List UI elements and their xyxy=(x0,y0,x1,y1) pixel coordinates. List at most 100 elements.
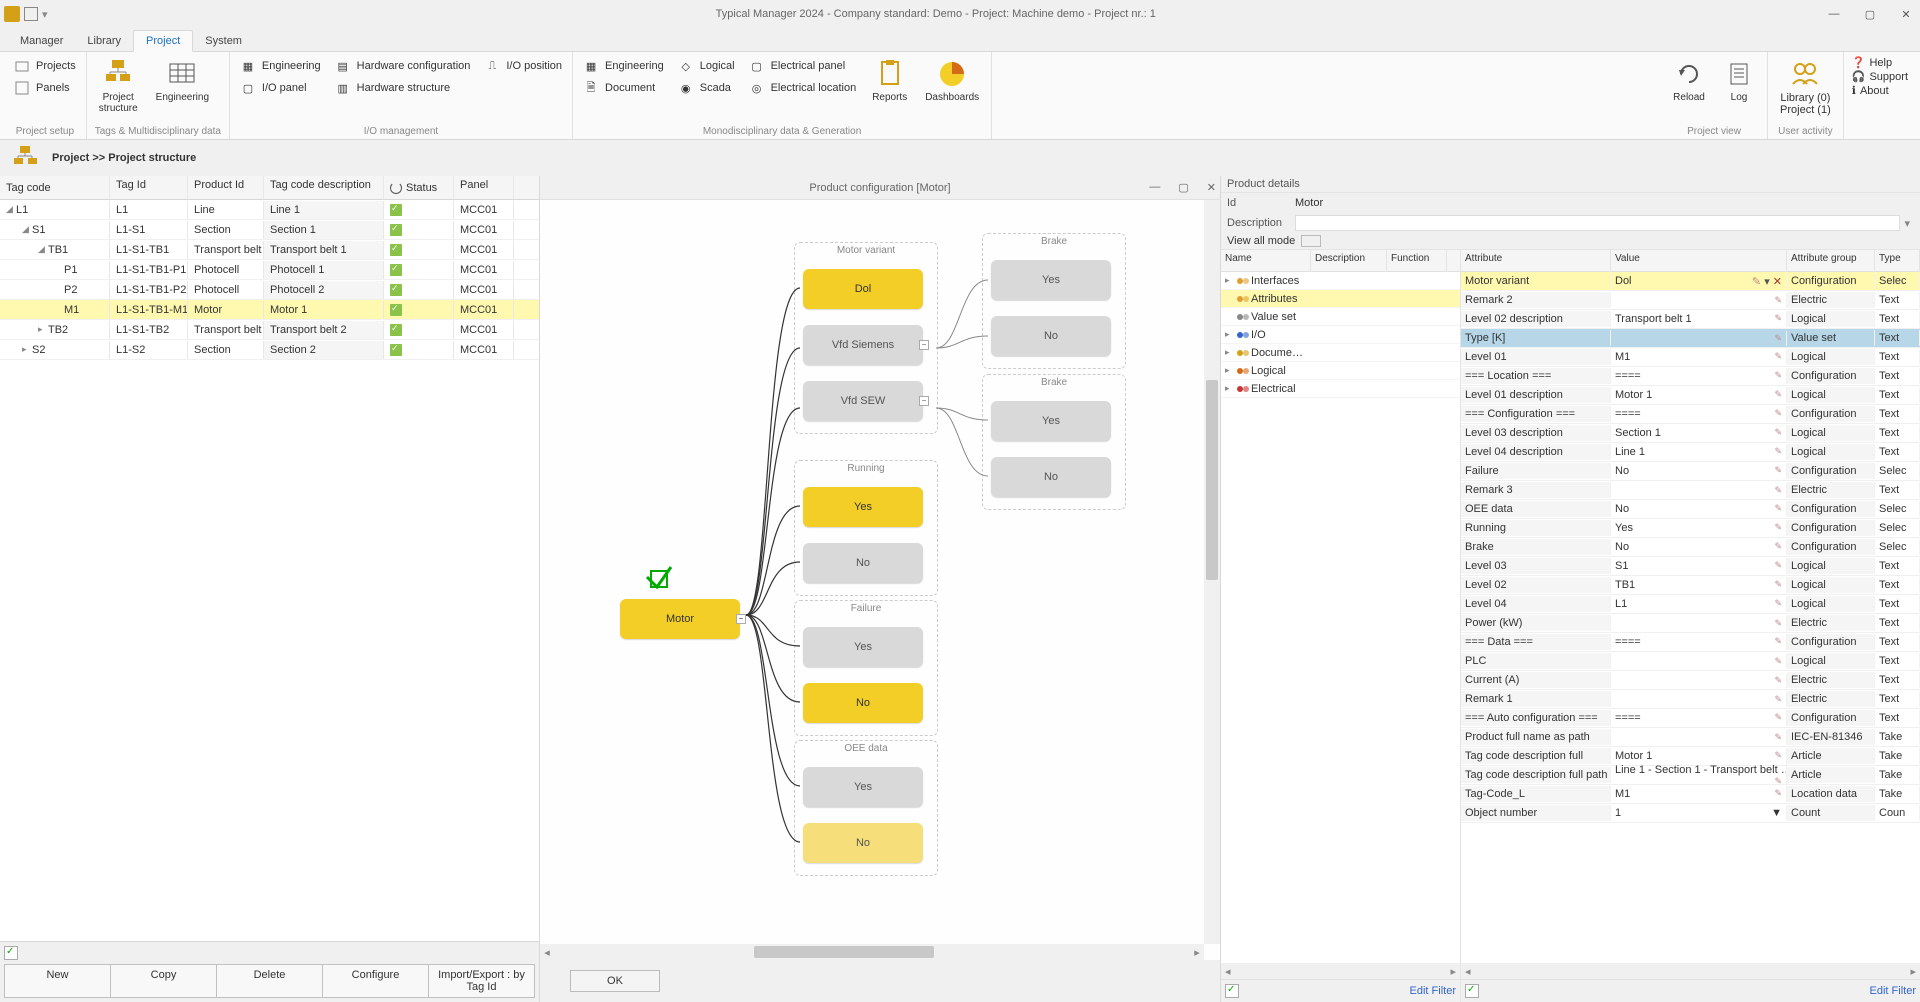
logical-button[interactable]: ◇Logical xyxy=(676,56,737,76)
scroll-left-icon[interactable]: ◂ xyxy=(540,946,554,959)
tab-project[interactable]: Project xyxy=(133,30,193,52)
edit-icon[interactable]: ✎ xyxy=(1774,313,1782,324)
table-row[interactable]: FailureNo✎ConfigurationSelec xyxy=(1461,462,1920,481)
dashboards-button[interactable]: Dashboards xyxy=(921,56,983,105)
table-row[interactable]: === Configuration =======✎ConfigurationT… xyxy=(1461,405,1920,424)
canvas-maximize-button[interactable]: ▢ xyxy=(1178,181,1188,194)
description-input[interactable] xyxy=(1295,215,1900,231)
support-button[interactable]: 🎧Support xyxy=(1852,70,1908,83)
dropdown-icon[interactable]: ▾ xyxy=(1900,217,1914,230)
dr-filter-checkbox[interactable] xyxy=(1465,984,1479,998)
list-item[interactable]: ▸Interfaces xyxy=(1221,272,1460,290)
edit-icon[interactable]: ✎ xyxy=(1774,351,1782,362)
table-row[interactable]: Level 02 descriptionTransport belt 1✎Log… xyxy=(1461,310,1920,329)
edit-icon[interactable]: ✎ xyxy=(1774,446,1782,457)
edit-icon[interactable]: ✎ xyxy=(1774,776,1782,787)
table-row[interactable]: Level 03S1✎LogicalText xyxy=(1461,557,1920,576)
list-item[interactable]: Value set xyxy=(1221,308,1460,326)
engineering2-button[interactable]: ▦Engineering xyxy=(581,56,666,76)
tab-library[interactable]: Library xyxy=(75,31,133,51)
edit-icon[interactable]: ✎ xyxy=(1774,541,1782,552)
edit-icon[interactable]: ✎ xyxy=(1774,503,1782,514)
col-type[interactable]: Type xyxy=(1875,250,1920,271)
copy-button[interactable]: Copy xyxy=(111,964,217,998)
tab-system[interactable]: System xyxy=(193,31,254,51)
node-motor[interactable]: Motor− xyxy=(620,599,740,639)
list-item[interactable]: ▸Logical xyxy=(1221,362,1460,380)
list-item[interactable]: ▸I/O xyxy=(1221,326,1460,344)
dl-filter-checkbox[interactable] xyxy=(1225,984,1239,998)
node-failure-no[interactable]: No xyxy=(803,683,923,723)
clear-icon[interactable]: ✕ xyxy=(1773,276,1782,288)
table-row[interactable]: Object number1▼CountCoun xyxy=(1461,804,1920,823)
tree-filter-checkbox[interactable] xyxy=(4,946,18,960)
edit-icon[interactable]: ✎ xyxy=(1774,295,1782,306)
table-row[interactable]: ▸TB2L1-S1-TB2Transport beltTransport bel… xyxy=(0,320,539,340)
edit-icon[interactable]: ✎ xyxy=(1774,522,1782,533)
filter-icon[interactable]: ▼ xyxy=(1771,807,1782,819)
import-export-button[interactable]: Import/Export : by Tag Id xyxy=(429,964,535,998)
table-row[interactable]: Level 03 descriptionSection 1✎LogicalTex… xyxy=(1461,424,1920,443)
col-name[interactable]: Name xyxy=(1221,250,1311,271)
canvas-scrollbar-horizontal[interactable]: ◂▸ xyxy=(540,944,1204,960)
node-oee-no[interactable]: No xyxy=(803,823,923,863)
engineering-button[interactable]: ▦Engineering xyxy=(238,56,323,76)
dr-scrollbar[interactable]: ◂▸ xyxy=(1461,963,1920,979)
col-status[interactable]: Status xyxy=(384,176,454,199)
help-button[interactable]: ❓Help xyxy=(1852,56,1908,69)
expander-icon[interactable]: ◢ xyxy=(6,204,16,215)
table-row[interactable]: ◢TB1L1-S1-TB1Transport beltTransport bel… xyxy=(0,240,539,260)
table-row[interactable]: P1L1-S1-TB1-P1PhotocellPhotocell 1MCC01 xyxy=(0,260,539,280)
project-structure-button[interactable]: Project structure xyxy=(95,56,142,116)
projects-button[interactable]: Projects xyxy=(12,56,78,76)
expander-icon[interactable]: ▸ xyxy=(22,344,32,355)
edit-icon[interactable]: ✎ xyxy=(1774,579,1782,590)
tab-manager[interactable]: Manager xyxy=(8,31,75,51)
close-button[interactable]: ✕ xyxy=(1896,4,1916,24)
expander-icon[interactable]: ▸ xyxy=(1225,347,1235,358)
log-button[interactable]: Log xyxy=(1719,56,1759,105)
scada-button[interactable]: ◉Scada xyxy=(676,78,737,98)
list-item[interactable]: Attributes xyxy=(1221,290,1460,308)
node-vfd-siemens[interactable]: Vfd Siemens− xyxy=(803,325,923,365)
col-value[interactable]: Value xyxy=(1611,250,1787,271)
table-row[interactable]: M1L1-S1-TB1-M1MotorMotor 1MCC01 xyxy=(0,300,539,320)
nav-icon[interactable]: ▾ xyxy=(1764,276,1770,288)
expand-port-icon[interactable]: − xyxy=(919,340,929,350)
node-running-yes[interactable]: Yes xyxy=(803,487,923,527)
panels-button[interactable]: Panels xyxy=(12,78,78,98)
table-row[interactable]: === Auto configuration =======✎Configura… xyxy=(1461,709,1920,728)
epanel-button[interactable]: ▢Electrical panel xyxy=(747,56,859,76)
edit-icon[interactable]: ✎ xyxy=(1774,732,1782,743)
canvas-body[interactable]: Motor− Motor variant Dol Vfd Siemens− Vf… xyxy=(540,200,1220,960)
document-button[interactable]: 🗎Document xyxy=(581,78,666,98)
configure-button[interactable]: Configure xyxy=(323,964,429,998)
table-row[interactable]: ◢L1L1LineLine 1MCC01 xyxy=(0,200,539,220)
table-row[interactable]: ▸S2L1-S2SectionSection 2MCC01 xyxy=(0,340,539,360)
expander-icon[interactable]: ◢ xyxy=(22,224,32,235)
edit-icon[interactable]: ✎ xyxy=(1774,598,1782,609)
table-row[interactable]: Tag-Code_LM1✎Location dataTake xyxy=(1461,785,1920,804)
edit-filter-left[interactable]: Edit Filter xyxy=(1410,985,1456,997)
about-button[interactable]: ℹAbout xyxy=(1852,84,1908,97)
node-vfd-sew[interactable]: Vfd SEW− xyxy=(803,381,923,421)
ioposition-button[interactable]: ⎍I/O position xyxy=(482,56,564,76)
qat-dropdown-icon[interactable]: ▾ xyxy=(42,8,48,21)
view-all-toggle[interactable] xyxy=(1301,235,1321,247)
table-row[interactable]: Remark 3✎ElectricText xyxy=(1461,481,1920,500)
table-row[interactable]: BrakeNo✎ConfigurationSelec xyxy=(1461,538,1920,557)
maximize-button[interactable]: ▢ xyxy=(1860,4,1880,24)
table-row[interactable]: Level 04L1✎LogicalText xyxy=(1461,595,1920,614)
expander-icon[interactable]: ▸ xyxy=(1225,275,1235,286)
edit-icon[interactable]: ✎ xyxy=(1774,712,1782,723)
edit-icon[interactable]: ✎ xyxy=(1774,656,1782,667)
table-row[interactable]: P2L1-S1-TB1-P2PhotocellPhotocell 2MCC01 xyxy=(0,280,539,300)
qat-monitor-icon[interactable] xyxy=(24,7,38,21)
node-brake2-yes[interactable]: Yes xyxy=(991,401,1111,441)
table-row[interactable]: OEE dataNo✎ConfigurationSelec xyxy=(1461,500,1920,519)
expand-port-icon[interactable]: − xyxy=(919,396,929,406)
edit-icon[interactable]: ✎ xyxy=(1774,465,1782,476)
node-dol[interactable]: Dol xyxy=(803,269,923,309)
table-row[interactable]: === Data =======✎ConfigurationText xyxy=(1461,633,1920,652)
delete-button[interactable]: Delete xyxy=(217,964,323,998)
